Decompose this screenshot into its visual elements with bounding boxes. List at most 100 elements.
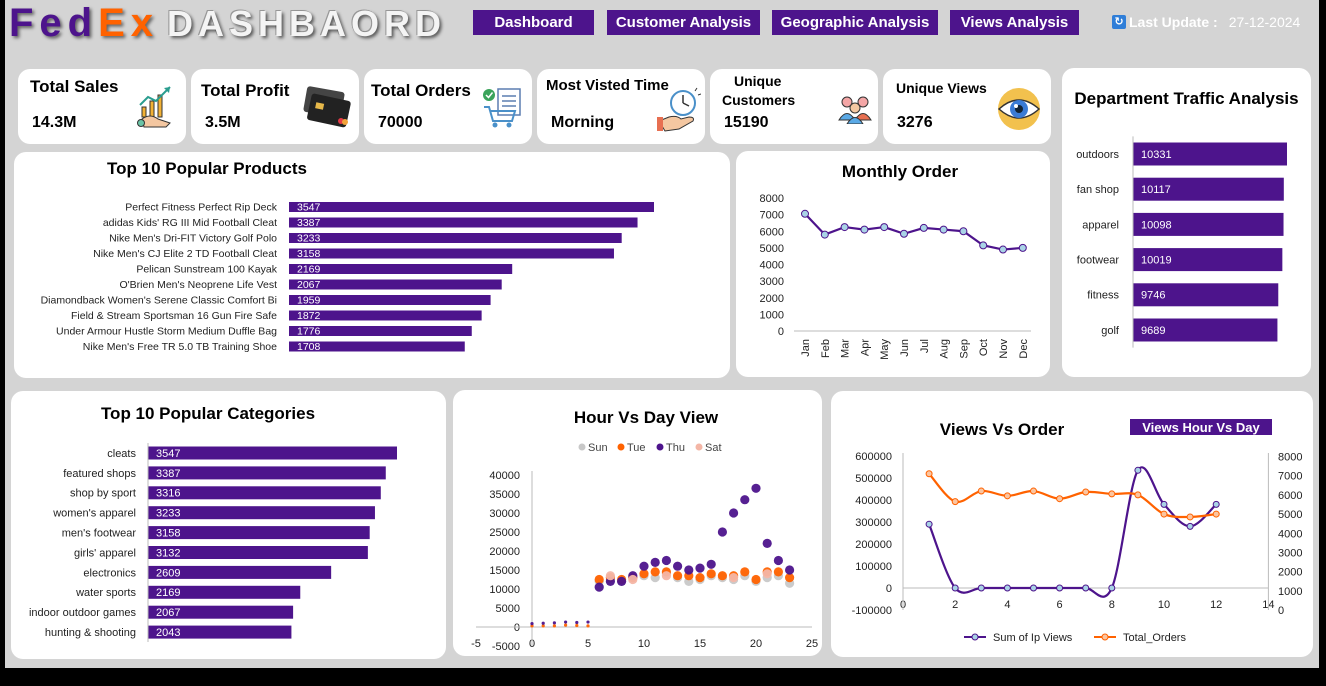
nav-geographic-analysis-button[interactable]: Geographic Analysis — [772, 10, 938, 35]
eye-icon — [997, 88, 1041, 130]
y-right-tick-label: 5000 — [1278, 509, 1302, 521]
y-right-tick-label: 7000 — [1278, 471, 1302, 483]
nav-dashboard-button[interactable]: Dashboard — [473, 10, 594, 35]
scatter-point — [617, 576, 627, 586]
x-tick-label: 25 — [806, 638, 818, 650]
scatter-point — [695, 563, 705, 573]
page-title: DASHBAORD — [167, 3, 446, 44]
dashboard-frame: FedEx DASHBAORD Dashboard Customer Analy… — [5, 0, 1319, 668]
data-point — [1018, 243, 1027, 252]
x-tick-label: Nov — [998, 339, 1010, 359]
kpi-label: Total Orders — [371, 81, 471, 100]
y-tick-label: 30000 — [489, 508, 520, 520]
legend-label: Tue — [627, 442, 646, 454]
scatter-point — [661, 555, 671, 566]
kpi-total-profit: Total Profit 3.5M — [191, 69, 359, 144]
legend-marker — [695, 443, 703, 451]
category-label: fan shop — [1077, 184, 1119, 196]
scatter-point — [586, 620, 590, 624]
last-update: ↻ Last Update : 27-12-2024 — [1112, 14, 1300, 30]
x-tick-label: 15 — [694, 638, 706, 650]
x-tick-label: May — [879, 339, 891, 360]
top-products-chart: Perfect Fitness Perfect Rip Deck 3547 adid… — [41, 202, 654, 353]
hour-vs-day-chart: Sun Tue Thu Sat4000035000300002500020000150… — [471, 442, 818, 653]
data-label: 2067 — [297, 279, 321, 291]
scatter-point — [552, 624, 556, 628]
y-tick-label: -5000 — [492, 641, 520, 653]
kpi-label: Most Visted Time — [546, 77, 669, 94]
y-left-tick-label: -100000 — [852, 605, 892, 617]
x-tick-label: 10 — [638, 638, 650, 650]
category-label: Pelican Sunstream 100 Kayak — [136, 264, 277, 276]
bar — [148, 506, 375, 520]
kpi-value: 70000 — [378, 114, 423, 131]
category-label: men's footwear — [62, 527, 137, 539]
data-point — [1134, 491, 1142, 499]
data-point — [1056, 495, 1064, 503]
data-label: 2609 — [156, 567, 180, 579]
data-label: 2169 — [297, 264, 321, 276]
data-point — [977, 487, 985, 495]
y-tick-label: 10000 — [489, 584, 520, 596]
kpi-unique-views: Unique Views 3276 — [883, 69, 1051, 144]
data-label: 3132 — [156, 547, 180, 559]
data-point — [1186, 513, 1194, 521]
kpi-value: 3.5M — [205, 114, 241, 131]
x-tick-label: Sep — [958, 339, 970, 359]
series-line — [928, 473, 1217, 519]
data-label: 2169 — [156, 587, 180, 599]
bar — [148, 546, 368, 559]
y-tick-label: 20000 — [489, 546, 520, 558]
data-label: 3547 — [297, 202, 321, 214]
scatter-point — [628, 574, 638, 585]
y-tick-label: 0 — [514, 622, 520, 634]
data-point — [977, 584, 985, 592]
scatter-point — [751, 483, 761, 493]
data-label: 1872 — [297, 310, 321, 322]
legend-marker — [617, 443, 625, 451]
bar — [289, 233, 622, 243]
kpi-value: Morning — [551, 114, 615, 131]
data-point — [880, 223, 889, 232]
kpi-label-line1: Unique — [734, 73, 782, 89]
department-traffic-chart: outdoors 10331 fan shop 10117 apparel 10098 fo… — [1076, 136, 1287, 348]
scatter-point — [751, 574, 761, 585]
y-left-tick-label: 400000 — [855, 495, 892, 507]
category-label: cleats — [107, 448, 136, 460]
scatter-point — [605, 571, 615, 581]
x-tick-label: Jan — [800, 339, 812, 357]
category-label: golf — [1101, 325, 1120, 337]
data-point — [939, 225, 948, 234]
x-tick-label: -5 — [471, 638, 481, 650]
scatter-point — [729, 573, 739, 583]
scatter-point — [762, 538, 772, 548]
x-tick-label: Dec — [1018, 339, 1030, 359]
y-left-tick-label: 100000 — [855, 561, 892, 573]
y-tick-label: 25000 — [489, 527, 520, 539]
legend-label: Sum of Ip Views — [993, 632, 1073, 644]
category-label: Perfect Fitness Perfect Rip Deck — [125, 202, 277, 214]
nav-customer-analysis-button[interactable]: Customer Analysis — [607, 10, 760, 35]
y-left-tick-label: 500000 — [855, 473, 892, 485]
y-right-tick-label: 8000 — [1278, 452, 1302, 464]
x-tick-label: Jul — [919, 339, 931, 353]
data-label: 3547 — [156, 448, 180, 460]
x-tick-label: 10 — [1158, 599, 1170, 611]
nav-views-analysis-button[interactable]: Views Analysis — [950, 10, 1079, 35]
legend-marker — [578, 443, 586, 451]
clock-hand-icon — [657, 87, 701, 132]
scatter-point — [650, 557, 660, 567]
category-label: hunting & shooting — [45, 627, 136, 639]
data-point — [801, 209, 809, 218]
scatter-point — [661, 571, 671, 581]
data-label: 9746 — [1141, 290, 1165, 302]
kpi-label: Unique Views — [896, 80, 987, 96]
customers-group-icon — [838, 96, 872, 124]
bar — [148, 526, 370, 540]
data-point — [1003, 492, 1011, 500]
y-tick-label: 5000 — [760, 243, 784, 255]
kpi-label-line2: Customers — [722, 92, 796, 108]
y-tick-label: 3000 — [760, 276, 784, 288]
x-tick-label: Apr — [859, 339, 871, 356]
refresh-icon[interactable]: ↻ — [1112, 15, 1126, 29]
